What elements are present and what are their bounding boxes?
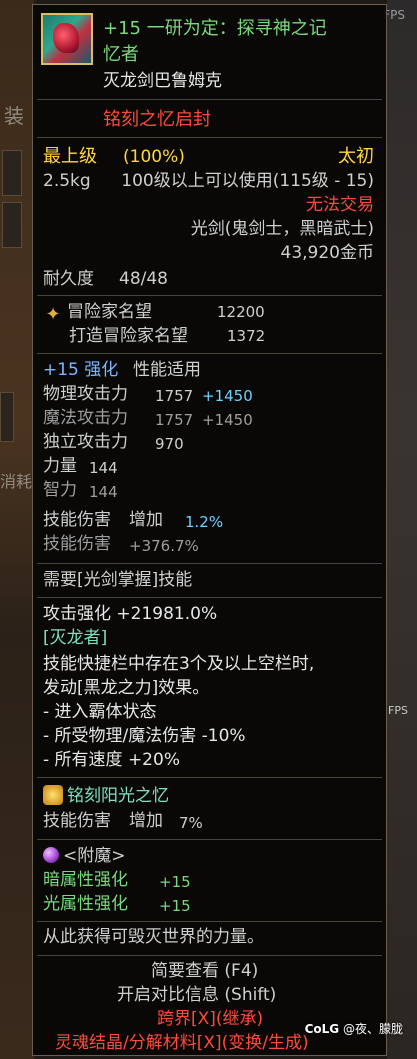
item-icon	[41, 13, 93, 65]
item-name-line1: +15 一研为定：探寻神之记	[103, 18, 327, 39]
enchant-title-row: <附魔>	[43, 846, 126, 866]
phys-atk-value: 1757	[155, 387, 194, 405]
weapon-type: 光剑(鬼剑士，黑暗武士)	[190, 219, 374, 239]
forge-fame-label: 打造冒险家名望	[69, 326, 188, 346]
ind-atk-label: 独立攻击力	[43, 432, 128, 452]
mag-atk-value: 1757	[155, 411, 194, 429]
light-enhance-label: 光属性强化	[43, 894, 128, 914]
flavor-text: 从此获得可毁灭世界的力量。	[43, 927, 264, 947]
bg-tab-equip[interactable]: 装	[4, 100, 24, 129]
bg-tab-consume[interactable]: 消耗	[0, 468, 32, 492]
divider	[37, 839, 382, 840]
dark-enhance-value: +15	[159, 873, 191, 891]
str-label: 力量	[43, 456, 77, 476]
fame-row: ✦ 冒险家名望	[43, 302, 152, 325]
divider	[37, 295, 382, 296]
divider	[37, 955, 382, 956]
item-tooltip: +15 一研为定：探寻神之记 忆者 灭龙剑巴鲁姆克 铭刻之忆启封 最上级 (10…	[32, 4, 387, 1056]
grade-label: 最上级	[43, 146, 97, 167]
reinforce-suffix: 性能适用	[133, 360, 201, 380]
trade-status: 无法交易	[306, 195, 374, 215]
item-name-line2: 忆者	[103, 44, 139, 65]
level-requirement: 100级以上可以使用(115级 - 15)	[121, 171, 374, 191]
enchant-title: <附魔>	[63, 846, 126, 866]
skill-dmg-label-1: 技能伤害	[43, 510, 111, 530]
effect-desc-1: 技能快捷栏中存在3个及以上空栏时,	[43, 654, 315, 674]
skill-dmg-value-1: 1.2%	[185, 513, 224, 531]
enchant-orb-icon	[43, 847, 59, 863]
brief-view-hint[interactable]: 简要查看 (F4)	[151, 961, 258, 981]
divider	[37, 137, 382, 138]
divider	[37, 597, 382, 598]
int-value: 144	[89, 483, 118, 501]
grade-percent: (100%)	[123, 147, 185, 167]
int-label: 智力	[43, 480, 77, 500]
watermark-site: CoLG	[304, 1022, 340, 1036]
inscription-skill-value: 7%	[179, 814, 203, 832]
adventurer-fame-icon: ✦	[45, 304, 61, 325]
sun-memory-icon	[43, 785, 63, 805]
ind-atk-value: 970	[155, 435, 184, 453]
phys-atk-bonus: +1450	[202, 387, 253, 405]
divider	[37, 353, 382, 354]
divider	[37, 777, 382, 778]
compare-hint[interactable]: 开启对比信息 (Shift)	[117, 985, 276, 1005]
watermark-user: @夜、朦胧	[342, 1022, 403, 1036]
bg-slot[interactable]	[2, 202, 22, 248]
inscription-name: 铭刻阳光之忆	[67, 786, 169, 806]
dark-enhance-label: 暗属性强化	[43, 870, 128, 890]
durability-value: 48/48	[119, 269, 168, 289]
inscription-skill-mid: 增加	[129, 811, 163, 831]
fame-label: 冒险家名望	[67, 302, 152, 322]
effect-bullet-3: - 所有速度 +20%	[43, 750, 180, 770]
seal-label: 铭刻之忆启封	[103, 109, 211, 130]
soul-crystal-hint[interactable]: 灵魂结晶/分解材料[X](变换/生成)	[55, 1033, 309, 1053]
fame-value: 12200	[217, 303, 265, 321]
cross-realm-hint[interactable]: 跨界[X](继承)	[157, 1009, 263, 1029]
divider	[37, 99, 382, 100]
inscription-row: 铭刻阳光之忆	[43, 785, 169, 806]
rarity-label: 太初	[338, 146, 374, 167]
effect-bullet-2: - 所受物理/魔法伤害 -10%	[43, 726, 246, 746]
weight-value: 2.5kg	[43, 171, 91, 191]
mag-atk-bonus: +1450	[202, 411, 253, 429]
sell-price: 43,920金币	[280, 243, 374, 263]
durability-label: 耐久度	[43, 269, 94, 289]
inscription-skill-label: 技能伤害	[43, 811, 111, 831]
effect-desc-2: 发动[黑龙之力]效果。	[43, 678, 210, 698]
dragon-slayer-title: [灭龙者]	[43, 628, 108, 648]
skill-dmg-label-2: 技能伤害	[43, 534, 111, 554]
attack-boost: 攻击强化 +21981.0%	[43, 604, 218, 624]
bg-slot[interactable]	[0, 392, 14, 442]
reinforce-label: +15 强化	[43, 360, 119, 380]
str-value: 144	[89, 459, 118, 477]
mastery-requirement: 需要[光剑掌握]技能	[43, 570, 193, 590]
divider	[37, 563, 382, 564]
phys-atk-label: 物理攻击力	[43, 384, 128, 404]
effect-bullet-1: - 进入霸体状态	[43, 702, 157, 722]
skill-dmg-mid-1: 增加	[129, 510, 163, 530]
watermark: CoLG @夜、朦胧	[305, 1020, 403, 1037]
divider	[37, 921, 382, 922]
item-subtitle: 灭龙剑巴鲁姆克	[103, 71, 222, 91]
light-enhance-value: +15	[159, 897, 191, 915]
forge-fame-value: 1372	[227, 327, 266, 345]
mag-atk-label: 魔法攻击力	[43, 408, 128, 428]
bg-fps-label-2: FPS	[388, 704, 408, 717]
right-panel-strip	[387, 0, 417, 1059]
skill-dmg-value-2: +376.7%	[129, 537, 199, 555]
bg-slot[interactable]	[2, 150, 22, 196]
